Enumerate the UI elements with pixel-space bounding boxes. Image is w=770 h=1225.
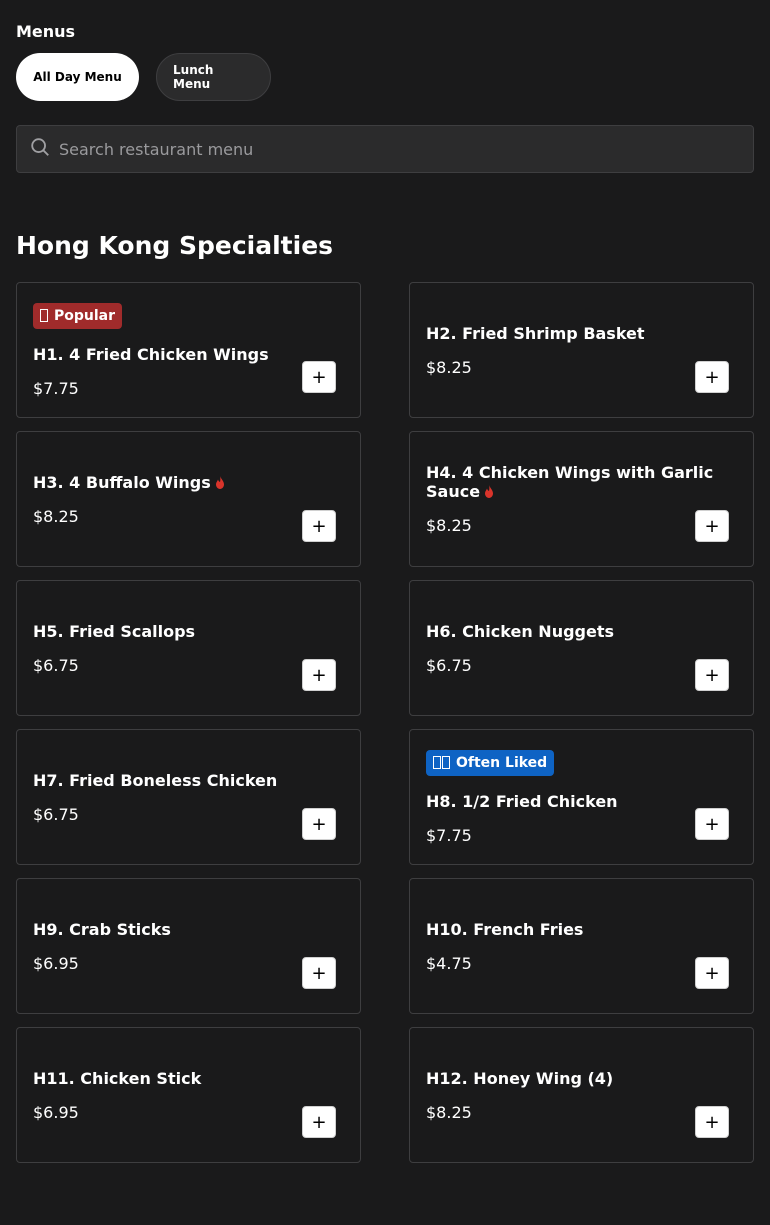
- search-bar[interactable]: [16, 125, 754, 173]
- add-item-button[interactable]: +: [302, 957, 336, 989]
- add-item-button[interactable]: +: [695, 808, 729, 840]
- menu-item-card[interactable]: H10. French Fries $4.75 +: [409, 878, 754, 1014]
- spicy-icon: [485, 485, 494, 498]
- menu-item-card[interactable]: H5. Fried Scallops $6.75 +: [16, 580, 361, 716]
- menu-item-card[interactable]: Often Liked H8. 1/2 Fried Chicken $7.75 +: [409, 729, 754, 865]
- add-item-button[interactable]: +: [302, 361, 336, 393]
- menu-item-name-text: H1. 4 Fried Chicken Wings: [33, 344, 269, 364]
- menu-item-name: H3. 4 Buffalo Wings: [33, 473, 344, 492]
- menu-item-price: $6.75: [33, 655, 79, 675]
- menu-item-name-text: H5. Fried Scallops: [33, 621, 196, 641]
- menu-item-name: H12. Honey Wing (4): [426, 1069, 737, 1088]
- often-liked-badge: Often Liked: [426, 749, 555, 776]
- menu-item-price: $6.75: [426, 655, 472, 675]
- menu-item-name-text: H6. Chicken Nuggets: [426, 621, 615, 641]
- menu-item-name: H6. Chicken Nuggets: [426, 622, 737, 641]
- menu-item-name-text: H9. Crab Sticks: [33, 919, 171, 939]
- menu-item-name-text: H12. Honey Wing (4): [426, 1068, 614, 1088]
- menu-item-name-text: H2. Fried Shrimp Basket: [426, 323, 645, 343]
- menu-item-name: H1. 4 Fried Chicken Wings: [33, 345, 344, 364]
- menu-item-price: $8.25: [426, 1102, 472, 1122]
- add-item-button[interactable]: +: [302, 659, 336, 691]
- menu-item-name-text: H7. Fried Boneless Chicken: [33, 770, 278, 790]
- badge-label: Popular: [54, 307, 116, 324]
- tab-lunch-menu[interactable]: Lunch Menu: [156, 53, 271, 101]
- menu-item-card[interactable]: H11. Chicken Stick $6.95 +: [16, 1027, 361, 1163]
- search-icon: [29, 136, 51, 162]
- menu-item-price: $6.95: [33, 953, 79, 973]
- menu-item-card[interactable]: H9. Crab Sticks $6.95 +: [16, 878, 361, 1014]
- fire-icon: [40, 309, 48, 322]
- menu-item-name: H9. Crab Sticks: [33, 920, 344, 939]
- menu-item-card[interactable]: Popular H1. 4 Fried Chicken Wings $7.75 +: [16, 282, 361, 418]
- menu-item-price: $6.95: [33, 1102, 79, 1122]
- menu-item-price: $4.75: [426, 953, 472, 973]
- spicy-icon: [215, 475, 224, 489]
- menu-item-name-text: H3. 4 Buffalo Wings: [33, 472, 211, 492]
- menu-item-price: $7.75: [426, 825, 472, 845]
- add-item-button[interactable]: +: [302, 510, 336, 542]
- add-item-button[interactable]: +: [302, 808, 336, 840]
- menu-item-price: $6.75: [33, 804, 79, 824]
- menu-item-name-text: H4. 4 Chicken Wings with Garlic Sauce: [426, 463, 714, 501]
- menu-item-price: $8.25: [426, 357, 472, 377]
- add-item-button[interactable]: +: [695, 361, 729, 393]
- search-input[interactable]: [59, 139, 709, 159]
- menu-item-card[interactable]: H12. Honey Wing (4) $8.25 +: [409, 1027, 754, 1163]
- add-item-button[interactable]: +: [695, 510, 729, 542]
- menu-item-grid: Popular H1. 4 Fried Chicken Wings $7.75 + H2…: [16, 282, 754, 1163]
- menu-item-name-text: H8. 1/2 Fried Chicken: [426, 791, 618, 811]
- thumbs-up-icon: [433, 756, 450, 769]
- add-item-button[interactable]: +: [695, 957, 729, 989]
- menus-heading: Menus: [16, 22, 76, 41]
- menu-item-card[interactable]: H7. Fried Boneless Chicken $6.75 +: [16, 729, 361, 865]
- menu-item-price: $8.25: [33, 506, 79, 526]
- add-item-button[interactable]: +: [695, 1106, 729, 1138]
- menu-item-name-text: H11. Chicken Stick: [33, 1068, 202, 1088]
- menu-item-name: H5. Fried Scallops: [33, 622, 344, 641]
- menu-item-name: H8. 1/2 Fried Chicken: [426, 792, 737, 811]
- tab-all-day-menu[interactable]: All Day Menu: [16, 53, 139, 101]
- menu-item-name-text: H10. French Fries: [426, 919, 584, 939]
- menu-item-price: $7.75: [33, 378, 79, 398]
- menu-item-card[interactable]: H4. 4 Chicken Wings with Garlic Sauce $8.…: [409, 431, 754, 567]
- menu-tabs: All Day Menu Lunch Menu: [16, 53, 271, 101]
- add-item-button[interactable]: +: [302, 1106, 336, 1138]
- badge-label: Often Liked: [456, 754, 548, 771]
- menu-item-card[interactable]: H3. 4 Buffalo Wings $8.25 +: [16, 431, 361, 567]
- menu-item-price: $8.25: [426, 516, 472, 535]
- menu-item-name: H10. French Fries: [426, 920, 737, 939]
- section-title: Hong Kong Specialties: [16, 231, 334, 260]
- menu-item-name: H7. Fried Boneless Chicken: [33, 771, 344, 790]
- menu-item-name: H4. 4 Chicken Wings with Garlic Sauce: [426, 463, 737, 501]
- popular-badge: Popular: [33, 302, 123, 329]
- menu-item-name: H2. Fried Shrimp Basket: [426, 324, 737, 343]
- menu-item-name: H11. Chicken Stick: [33, 1069, 344, 1088]
- add-item-button[interactable]: +: [695, 659, 729, 691]
- menu-item-card[interactable]: H6. Chicken Nuggets $6.75 +: [409, 580, 754, 716]
- menu-item-card[interactable]: H2. Fried Shrimp Basket $8.25 +: [409, 282, 754, 418]
